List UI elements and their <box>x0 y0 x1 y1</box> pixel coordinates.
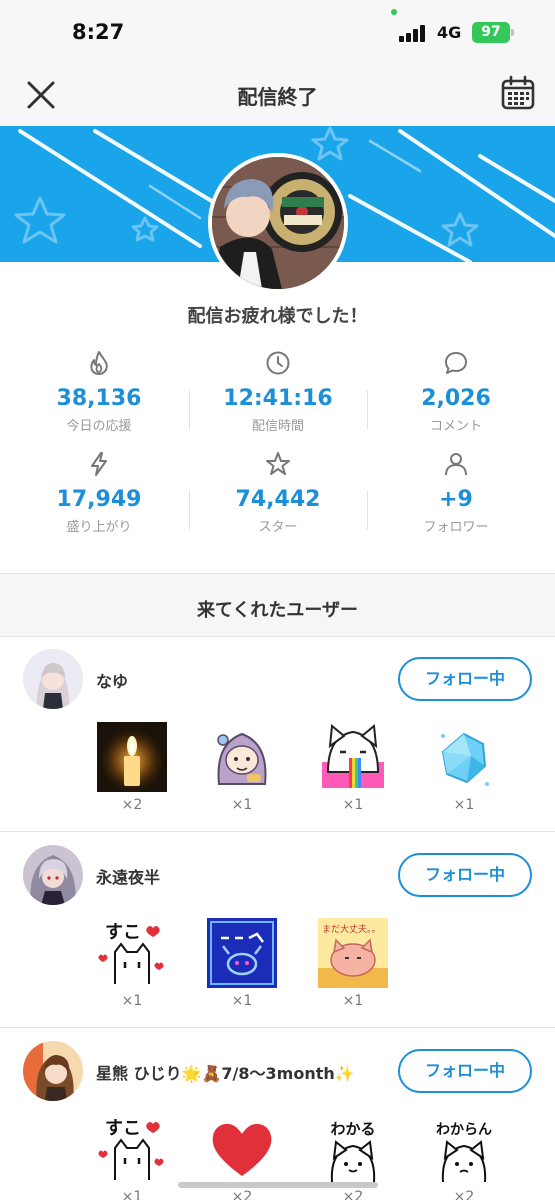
user-avatar[interactable] <box>23 1041 83 1101</box>
follow-button[interactable]: フォロー中 <box>398 1049 532 1093</box>
stat-value: 12:41:16 <box>223 386 333 411</box>
gift-label: わかる <box>330 1120 375 1138</box>
stat-value: 74,442 <box>235 487 321 512</box>
gift-count: ×1 <box>342 797 364 813</box>
rainbow-cat-gift-icon <box>322 724 384 788</box>
wakaran-cat-gift-icon: わからん <box>436 1122 492 1183</box>
suko-cat-gift-icon: すこ <box>98 922 164 984</box>
streamer-avatar <box>208 153 348 293</box>
user-avatar[interactable] <box>23 649 83 709</box>
stat-value: 38,136 <box>56 386 142 411</box>
stat-followers: +9 フォロワー <box>366 451 546 535</box>
calendar-icon[interactable] <box>500 75 536 111</box>
stat-label: スター <box>258 520 298 535</box>
stat-value: 17,949 <box>56 487 142 512</box>
stat-label: 配信時間 <box>251 419 304 434</box>
stat-label: コメント <box>429 419 482 434</box>
stat-support: 38,136 今日の応援 <box>9 350 189 434</box>
user-name: なゆ <box>96 672 129 691</box>
stream-summary-message: 配信お疲れ様でした！ <box>187 306 368 327</box>
lightning-icon <box>91 452 107 476</box>
gift-count: ×2 <box>453 1189 475 1200</box>
follow-button[interactable]: フォロー中 <box>398 657 532 701</box>
wakaru-cat-gift-icon: わかる <box>330 1120 376 1183</box>
star-icon <box>266 452 290 475</box>
user-name: 星熊 ひじり🌟🧸7/8〜3month✨ <box>96 1064 355 1083</box>
stat-stars: 74,442 スター <box>188 451 368 535</box>
stat-value: 2,026 <box>421 386 491 411</box>
network-type: 4G <box>437 23 462 42</box>
gift-count: ×1 <box>121 993 143 1009</box>
status-time: 8:27 <box>72 20 125 44</box>
gift-count: ×1 <box>231 797 253 813</box>
status-bar: 8:27 4G 97 <box>0 0 555 62</box>
gift-count: ×1 <box>342 993 364 1009</box>
follow-button[interactable]: フォロー中 <box>398 853 532 897</box>
gift-label: まだ大丈夫。。 <box>322 923 381 935</box>
page-title: 配信終了 <box>237 85 318 109</box>
user-divider <box>0 831 555 832</box>
battery-level: 97 <box>481 24 501 40</box>
flame-icon <box>90 351 108 375</box>
gift-count: ×2 <box>121 797 143 813</box>
stat-label: フォロワー <box>423 520 489 535</box>
person-icon <box>445 453 467 476</box>
neon-sign-gift-icon <box>207 918 277 988</box>
hooded-character-gift-icon <box>217 732 267 785</box>
gift-count: ×1 <box>453 797 475 813</box>
suko-cat-gift-icon: すこ <box>98 1118 164 1180</box>
signal-icon <box>399 24 429 42</box>
candle-gift-icon <box>97 722 167 792</box>
user-divider <box>0 1027 555 1028</box>
blue-gem-gift-icon <box>441 732 489 786</box>
user-name: 永遠夜半 <box>96 868 161 887</box>
battery-nub <box>511 29 514 36</box>
red-heart-gift-icon <box>212 1123 272 1176</box>
gift-label: すこ <box>105 922 141 943</box>
stat-stream-time: 12:41:16 配信時間 <box>188 350 368 434</box>
home-indicator[interactable] <box>178 1182 378 1188</box>
gift-label: すこ <box>105 1118 141 1139</box>
gift-count: ×2 <box>231 1189 253 1200</box>
clock-icon <box>266 351 290 375</box>
camera-indicator-dot <box>391 9 397 15</box>
comment-bubble-icon <box>445 352 467 374</box>
stat-label: 盛り上がり <box>66 520 132 535</box>
stat-value: +9 <box>439 487 473 512</box>
gift-count: ×1 <box>231 993 253 1009</box>
user-avatar[interactable] <box>23 845 83 905</box>
gift-label: わからん <box>436 1122 492 1138</box>
app-header: 配信終了 <box>0 62 555 126</box>
battery-icon: 97 <box>472 22 510 43</box>
stat-excitement: 17,949 盛り上がり <box>9 451 189 535</box>
gift-count: ×1 <box>121 1189 143 1200</box>
stat-comments: 2,026 コメント <box>366 350 546 434</box>
stat-label: 今日の応援 <box>66 419 132 434</box>
gift-count: ×2 <box>342 1189 364 1200</box>
relaxing-cat-gift-icon: まだ大丈夫。。 <box>318 918 388 988</box>
visitors-section-header: 来てくれたユーザー <box>0 573 555 637</box>
section-title: 来てくれたユーザー <box>196 600 359 621</box>
